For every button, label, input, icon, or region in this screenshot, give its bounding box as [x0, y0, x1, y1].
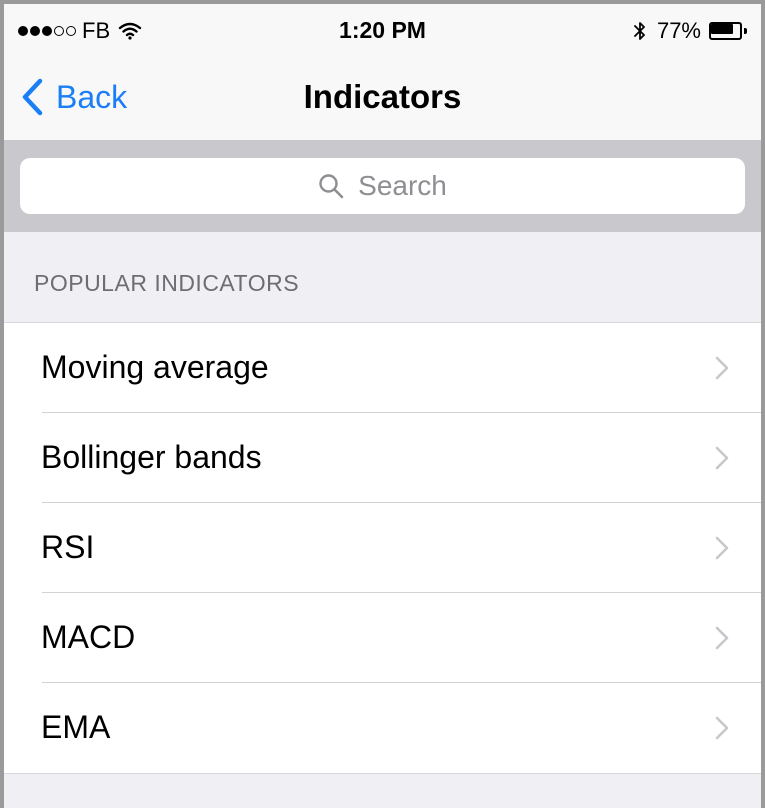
chevron-right-icon [715, 716, 729, 740]
battery-percent: 77% [656, 18, 701, 43]
search-icon [319, 174, 344, 199]
bluetooth-icon [634, 22, 645, 40]
list-item-label: Moving average [41, 349, 269, 385]
status-bar: FB 1:20 PM 77% [4, 4, 761, 54]
list-item-bollinger-bands[interactable]: Bollinger bands [4, 413, 761, 503]
list-item-label: EMA [41, 709, 111, 745]
list-item-ema[interactable]: EMA [4, 683, 761, 773]
list-item-macd[interactable]: MACD [4, 593, 761, 683]
list-item-label: RSI [41, 529, 95, 565]
phone-screen: FB 1:20 PM 77% Back Indicators Search PO… [0, 0, 765, 808]
chevron-right-icon [715, 536, 729, 560]
search-bar-container: Search [4, 140, 761, 232]
status-right: 77% [633, 18, 747, 44]
list-item-label: MACD [41, 619, 136, 655]
chevron-right-icon [715, 356, 729, 380]
list-item-rsi[interactable]: RSI [4, 503, 761, 593]
chevron-right-icon [715, 626, 729, 650]
bottom-background [4, 776, 761, 808]
navigation-bar: Back Indicators [4, 54, 761, 140]
chevron-right-icon [715, 446, 729, 470]
list-item-moving-average[interactable]: Moving average [4, 323, 761, 413]
section-header: POPULAR INDICATORS [4, 232, 761, 322]
list-item-label: Bollinger bands [41, 439, 262, 475]
indicator-list: Moving average Bollinger bands RSI MACD … [4, 322, 761, 774]
page-title: Indicators [303, 78, 462, 115]
search-input[interactable]: Search [20, 158, 745, 214]
search-placeholder: Search [358, 170, 447, 201]
battery-icon [709, 22, 747, 40]
section-header-label: POPULAR INDICATORS [34, 270, 300, 296]
